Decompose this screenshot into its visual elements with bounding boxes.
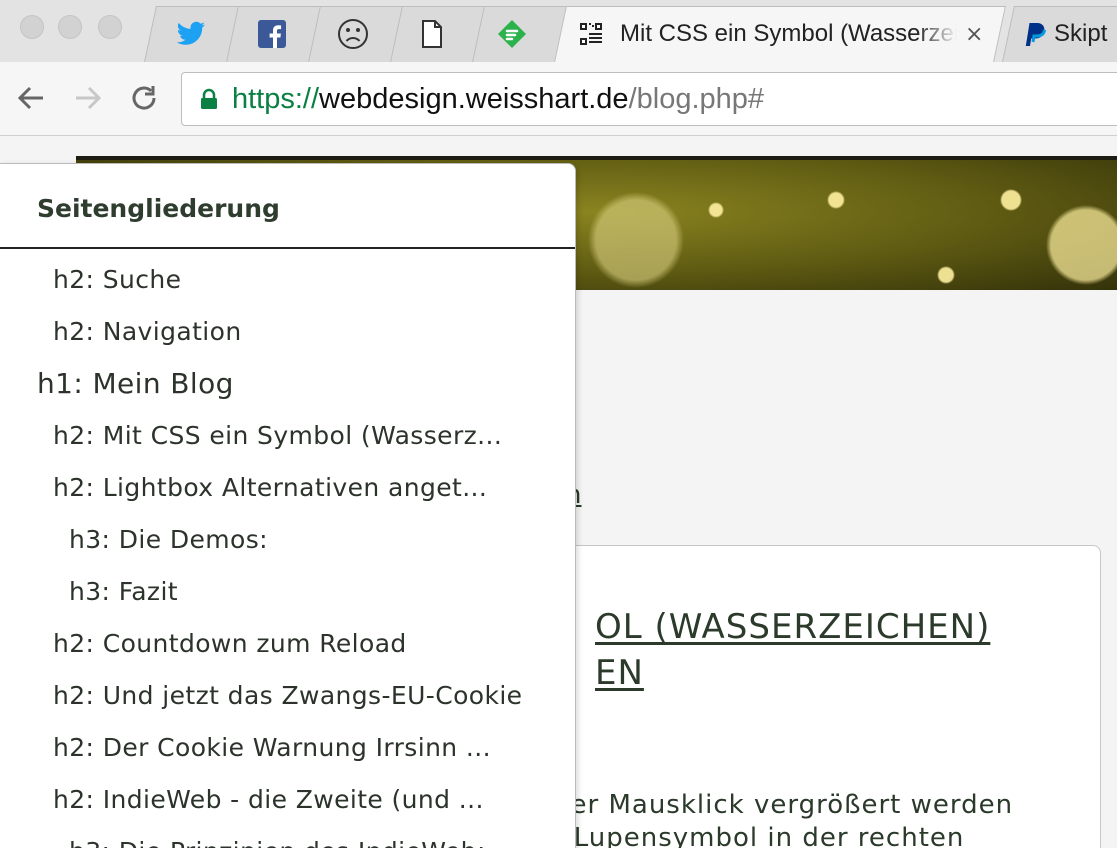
facebook-icon (258, 6, 286, 62)
twitter-icon (176, 6, 206, 62)
outline-item-css-symbol[interactable]: h2: Mit CSS ein Symbol (Wasserz... (0, 409, 575, 461)
outline-item-fazit[interactable]: h3: Fazit (0, 565, 575, 617)
outline-item-lightbox[interactable]: h2: Lightbox Alternativen anget... (0, 461, 575, 513)
back-arrow-icon (17, 86, 43, 110)
article-text: ber Mausklick vergrößert werden n Lupens… (521, 789, 1013, 848)
outline-title: Seitengliederung (37, 194, 280, 223)
outline-item-indieweb[interactable]: h2: IndieWeb - die Zweite (und ... (0, 773, 575, 825)
paypal-tab-content: Skipt (1024, 6, 1107, 62)
outline-item-indieweb-prinzipien[interactable]: h3: Die Prinzipien des IndieWeb: (0, 825, 575, 848)
url-path: /blog.php# (628, 82, 765, 115)
article-text-line1: ber Mausklick vergrößert werden (553, 790, 1014, 820)
forward-button[interactable] (70, 80, 106, 116)
close-tab-icon[interactable]: × (965, 22, 983, 47)
close-window-button[interactable] (20, 15, 44, 39)
active-tab-title: Mit CSS ein Symbol (Wasserzeichen) … (620, 20, 957, 47)
outline-item-cookie-warnung[interactable]: h2: Der Cookie Warnung Irrsinn ... (0, 721, 575, 773)
site-favicon (580, 23, 602, 45)
browser-toolbar: https://webdesign.weisshart.de/blog.php# (0, 62, 1117, 136)
tab-strip: Mit CSS ein Symbol (Wasserzeichen) … × S… (0, 0, 1117, 62)
outline-divider (0, 247, 575, 249)
url-scheme: https:// (232, 82, 320, 115)
outline-item-suche[interactable]: h2: Suche (0, 253, 575, 305)
minimize-window-button[interactable] (58, 15, 82, 39)
address-bar[interactable]: https://webdesign.weisshart.de/blog.php# (181, 72, 1117, 126)
paypal-icon (1025, 23, 1047, 46)
outline-item-demos[interactable]: h3: Die Demos: (0, 513, 575, 565)
paypal-tab-title: Skipt (1054, 20, 1108, 47)
sad-face-icon (337, 6, 369, 62)
forward-arrow-icon (76, 86, 102, 110)
article-title-line2: EN (595, 653, 644, 693)
article-card: OL (WASSERZEICHEN) EN ber Mausklick verg… (520, 545, 1101, 848)
article-text-line2: n Lupensymbol in der rechten (547, 823, 965, 848)
reload-icon (132, 86, 156, 110)
article-title-line1: OL (WASSERZEICHEN) (595, 607, 991, 647)
outline-item-mein-blog[interactable]: h1: Mein Blog (0, 357, 575, 409)
outline-list: h2: Suche h2: Navigation h1: Mein Blog h… (0, 253, 575, 848)
outline-item-countdown[interactable]: h2: Countdown zum Reload (0, 617, 575, 669)
document-icon (421, 6, 443, 62)
reload-button[interactable] (126, 80, 162, 116)
article-title[interactable]: OL (WASSERZEICHEN) EN (521, 604, 1011, 696)
active-tab-content: Mit CSS ein Symbol (Wasserzeichen) … × (578, 6, 983, 62)
lock-icon (201, 88, 217, 109)
outline-item-eu-cookie[interactable]: h2: Und jetzt das Zwangs-EU-Cookie (0, 669, 575, 721)
back-button[interactable] (13, 80, 49, 116)
outline-item-navigation[interactable]: h2: Navigation (0, 305, 575, 357)
page-outline-panel: Seitengliederung h2: Suche h2: Navigatio… (0, 163, 576, 848)
zoom-window-button[interactable] (98, 15, 122, 39)
url-host: webdesign.weisshart.de (319, 82, 629, 115)
feedly-icon (496, 6, 528, 62)
